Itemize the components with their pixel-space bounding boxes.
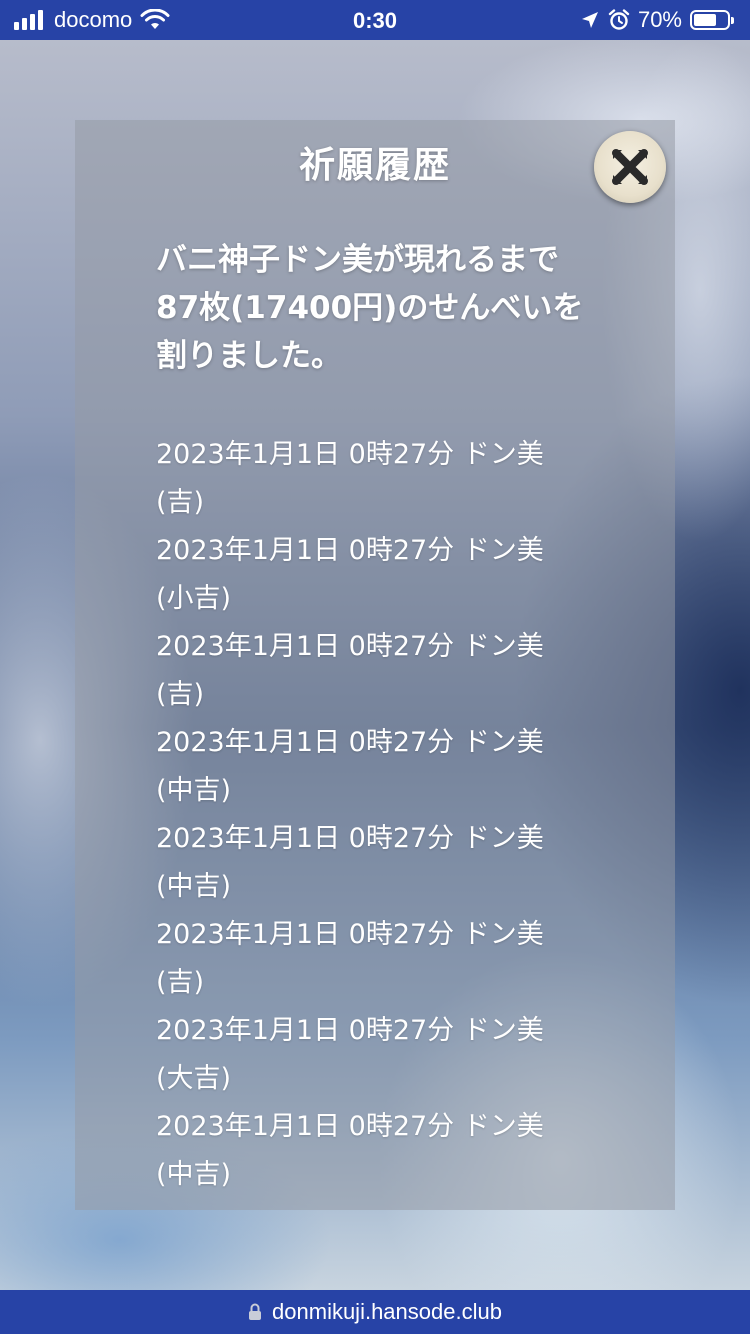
summary-text: バニ神子ドン美が現れるまで87枚(17400円)のせんべいを割りました。 <box>156 242 584 374</box>
history-item: 2023年1月1日 0時27分 ドン美 (大吉) <box>156 1015 544 1094</box>
close-button[interactable] <box>594 131 666 203</box>
wifi-icon <box>140 9 170 29</box>
lock-icon <box>249 1303 262 1320</box>
history-fortune: 小吉 <box>166 583 221 614</box>
history-fortune: 吉 <box>166 967 194 998</box>
history-datetime: 2023年1月1日 0時27分 <box>156 823 455 854</box>
status-bar: docomo 0:30 70% <box>0 0 750 40</box>
history-datetime: 2023年1月1日 0時27分 <box>156 535 455 566</box>
history-fortune: 中吉 <box>166 871 221 902</box>
alarm-clock-icon <box>608 9 630 30</box>
modal-title: 祈願履歴 <box>298 145 451 186</box>
battery-level-fill <box>694 14 717 26</box>
history-item: 2023年1月1日 0時27分 ドン美 (吉) <box>156 631 544 710</box>
history-datetime: 2023年1月1日 0時27分 <box>156 1111 455 1142</box>
browser-url-bar[interactable]: donmikuji.hansode.club <box>0 1290 750 1334</box>
history-name: ドン美 <box>462 919 544 950</box>
history-datetime: 2023年1月1日 0時27分 <box>156 439 455 470</box>
status-left: docomo <box>14 6 170 34</box>
location-arrow-icon <box>581 12 598 28</box>
history-item: 2023年1月1日 0時27分 ドン美 (小吉) <box>156 535 544 614</box>
battery-percentage: 70% <box>637 7 682 32</box>
signal-icon <box>14 10 46 30</box>
history-datetime: 2023年1月1日 0時27分 <box>156 631 455 662</box>
history-fortune: 大吉 <box>166 1063 221 1094</box>
history-modal: 祈願履歴 バニ神子ドン美が現れるまで87枚(17400円)のせんべいを割りました… <box>75 120 675 1210</box>
history-fortune: 中吉 <box>166 775 221 806</box>
battery-icon <box>690 10 734 30</box>
history-datetime: 2023年1月1日 0時27分 <box>156 1015 455 1046</box>
carrier-name: docomo <box>54 7 133 32</box>
history-fortune: 吉 <box>166 487 194 518</box>
history-fortune: 吉 <box>166 679 194 710</box>
history-item: 2023年1月1日 0時27分 ドン美 (中吉) <box>156 1111 544 1190</box>
history-fortune: 中吉 <box>166 1159 221 1190</box>
history-name: ドン美 <box>462 535 544 566</box>
history-item: 2023年1月1日 0時27分 ドン美 (吉) <box>156 439 544 518</box>
history-name: ドン美 <box>462 1015 544 1046</box>
history-name: ドン美 <box>462 631 544 662</box>
history-list: 2023年1月1日 0時27分 ドン美 (吉) 2023年1月1日 0時27分 ドン… <box>156 431 596 1199</box>
history-datetime: 2023年1月1日 0時27分 <box>156 727 455 758</box>
history-name: ドン美 <box>462 439 544 470</box>
history-name: ドン美 <box>462 727 544 758</box>
history-item: 2023年1月1日 0時27分 ドン美 (吉) <box>156 919 544 998</box>
history-item: 2023年1月1日 0時27分 ドン美 (中吉) <box>156 727 544 806</box>
history-item: 2023年1月1日 0時27分 ドン美 (中吉) <box>156 823 544 902</box>
history-name: ドン美 <box>462 823 544 854</box>
url-text: donmikuji.hansode.club <box>272 1299 502 1324</box>
close-x-icon <box>612 149 648 185</box>
history-datetime: 2023年1月1日 0時27分 <box>156 919 455 950</box>
status-right: 70% <box>580 6 734 34</box>
history-name: ドン美 <box>462 1111 544 1142</box>
